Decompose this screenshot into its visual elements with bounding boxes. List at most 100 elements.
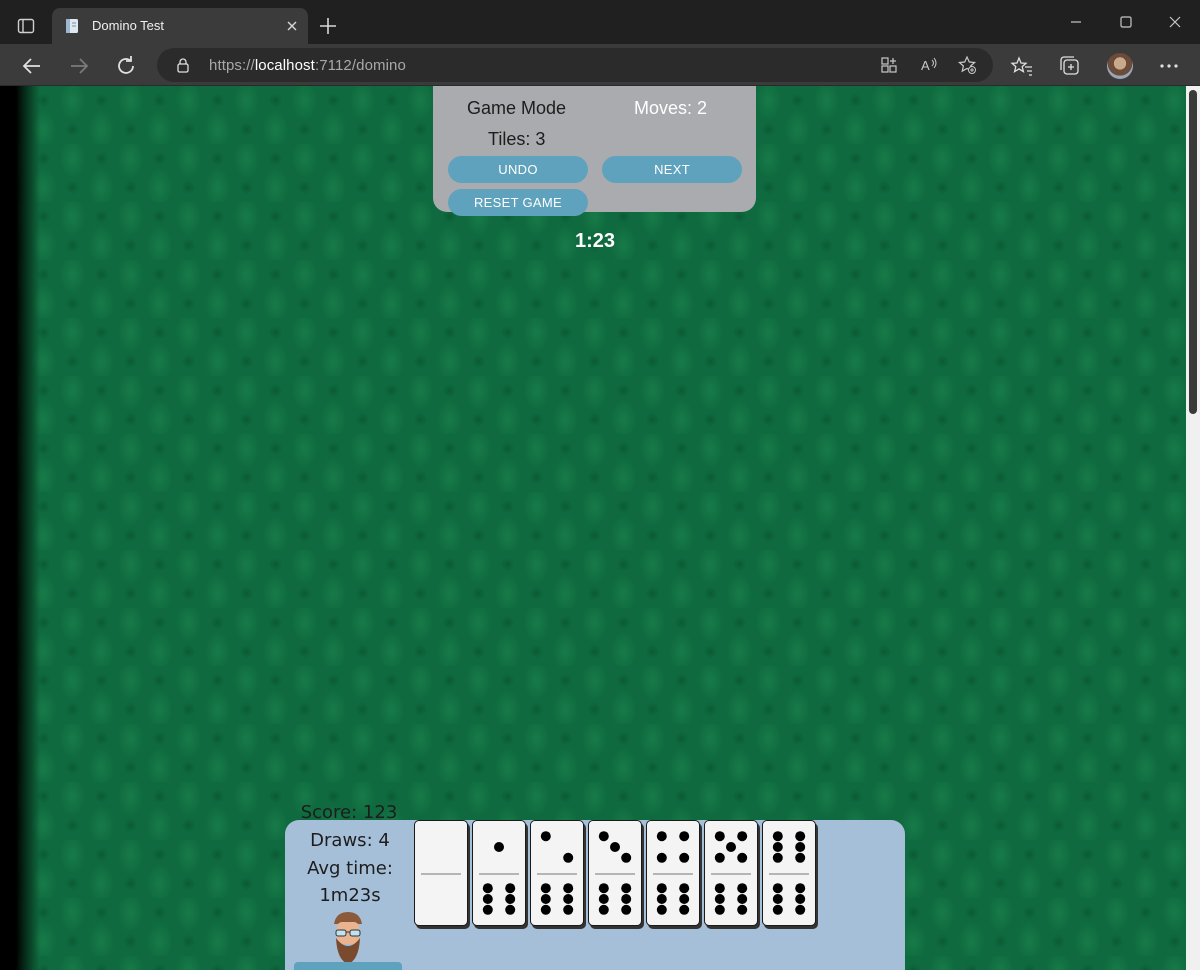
domino-pip	[505, 904, 516, 915]
domino-pip	[679, 904, 690, 915]
domino-pip	[772, 852, 783, 863]
tab-actions-icon[interactable]	[10, 10, 42, 42]
avg-time-label: Avg time:	[307, 858, 393, 879]
domino-pip	[737, 894, 748, 904]
url-text: https://localhost:7112/domino	[209, 57, 406, 74]
domino-pip	[714, 852, 725, 863]
domino-pip	[795, 883, 806, 894]
moves-counter: Moves: 2	[634, 98, 708, 118]
domino-pip	[598, 904, 609, 915]
close-window-icon[interactable]	[1163, 10, 1187, 34]
favorites-icon[interactable]	[1010, 54, 1034, 78]
svg-text:A: A	[921, 58, 930, 73]
domino-pip	[795, 831, 806, 842]
domino-pip	[795, 852, 806, 863]
domino-pip	[737, 904, 748, 915]
domino-pips	[540, 831, 574, 915]
domino-pip	[610, 842, 620, 852]
domino-tile[interactable]	[588, 820, 642, 926]
tiles-counter: Tiles: 3	[488, 129, 546, 149]
scrollbar-thumb[interactable]	[1189, 90, 1197, 414]
domino-pip	[726, 842, 736, 852]
domino-pip	[737, 852, 748, 863]
domino-pip	[737, 831, 748, 842]
domino-tile[interactable]	[646, 820, 700, 926]
domino-pip	[656, 852, 667, 863]
domino-pip	[679, 883, 690, 894]
close-tab-icon[interactable]	[284, 18, 300, 34]
score-label: Score: 123	[300, 802, 398, 823]
url-field[interactable]: https://localhost:7112/domino A	[157, 48, 993, 82]
minimize-icon[interactable]	[1064, 10, 1088, 34]
domino-pip	[772, 883, 783, 894]
domino-pip	[795, 894, 806, 904]
game-mode-label: Game Mode	[467, 98, 567, 118]
domino-pip	[482, 883, 493, 894]
domino-pip	[714, 894, 725, 904]
domino-pip	[563, 883, 574, 894]
next-button[interactable]: NEXT	[602, 156, 742, 183]
domino-tile[interactable]	[762, 820, 816, 926]
domino-pip	[679, 852, 690, 863]
domino-pip	[563, 904, 574, 915]
domino-pip	[621, 904, 632, 915]
domino-pip	[714, 883, 725, 894]
browser-tab[interactable]: Domino Test	[52, 8, 308, 44]
undo-button[interactable]: UNDO	[448, 156, 588, 183]
profile-avatar[interactable]	[1107, 53, 1133, 79]
domino-pip	[598, 883, 609, 894]
domino-tile[interactable]	[530, 820, 584, 926]
back-icon[interactable]	[18, 52, 46, 80]
domino-pip	[656, 894, 667, 904]
domino-pip	[656, 883, 667, 894]
lock-icon[interactable]	[175, 57, 191, 73]
domino-pips	[772, 831, 806, 915]
domino-pip	[540, 831, 551, 842]
left-shadow	[0, 86, 40, 970]
game-timer: 1:23	[574, 230, 616, 252]
domino-pip	[772, 894, 783, 904]
domino-pip	[494, 842, 504, 852]
game-table: Game Mode Moves: 2 Tiles: 3 UNDO NEXT RE…	[0, 86, 1200, 970]
domino-pip	[482, 904, 493, 915]
domino-pip	[540, 883, 551, 894]
domino-pips	[656, 831, 690, 915]
domino-pip	[540, 894, 551, 904]
domino-pip	[679, 894, 690, 904]
domino-pip	[598, 831, 609, 842]
domino-pip	[795, 904, 806, 915]
address-bar: https://localhost:7112/domino A	[0, 44, 1200, 86]
new-tab-icon[interactable]	[316, 14, 340, 38]
page-favicon-icon	[66, 19, 78, 33]
add-favorite-icon[interactable]	[957, 55, 977, 75]
domino-tile[interactable]	[704, 820, 758, 926]
player-avatar	[334, 912, 362, 964]
domino-pips	[714, 831, 748, 915]
domino-pips	[415, 821, 469, 927]
reset-game-button[interactable]: RESET GAME	[448, 189, 588, 216]
domino-pip	[679, 831, 690, 842]
more-options-icon[interactable]	[1157, 54, 1181, 78]
forward-icon[interactable]	[65, 52, 93, 80]
domino-tile[interactable]	[472, 820, 526, 926]
domino-pip	[621, 894, 632, 904]
domino-pip	[772, 831, 783, 842]
collections-icon[interactable]	[1058, 54, 1082, 78]
domino-tile[interactable]	[414, 820, 468, 926]
refresh-icon[interactable]	[112, 52, 140, 80]
domino-pip	[621, 883, 632, 894]
domino-pip	[714, 904, 725, 915]
domino-pip	[772, 904, 783, 915]
domino-pip	[505, 894, 516, 904]
avg-time-value: 1m23s	[319, 885, 381, 906]
domino-pip	[540, 904, 551, 915]
read-aloud-icon[interactable]: A	[919, 55, 939, 75]
maximize-icon[interactable]	[1114, 10, 1138, 34]
domino-pip	[737, 883, 748, 894]
tab-title: Domino Test	[92, 18, 165, 33]
app-available-icon[interactable]	[879, 55, 899, 75]
domino-pip	[772, 842, 783, 852]
vertical-scrollbar[interactable]	[1186, 86, 1200, 970]
browser-tab-bar: Domino Test	[0, 0, 1200, 44]
domino-pip	[795, 842, 806, 852]
